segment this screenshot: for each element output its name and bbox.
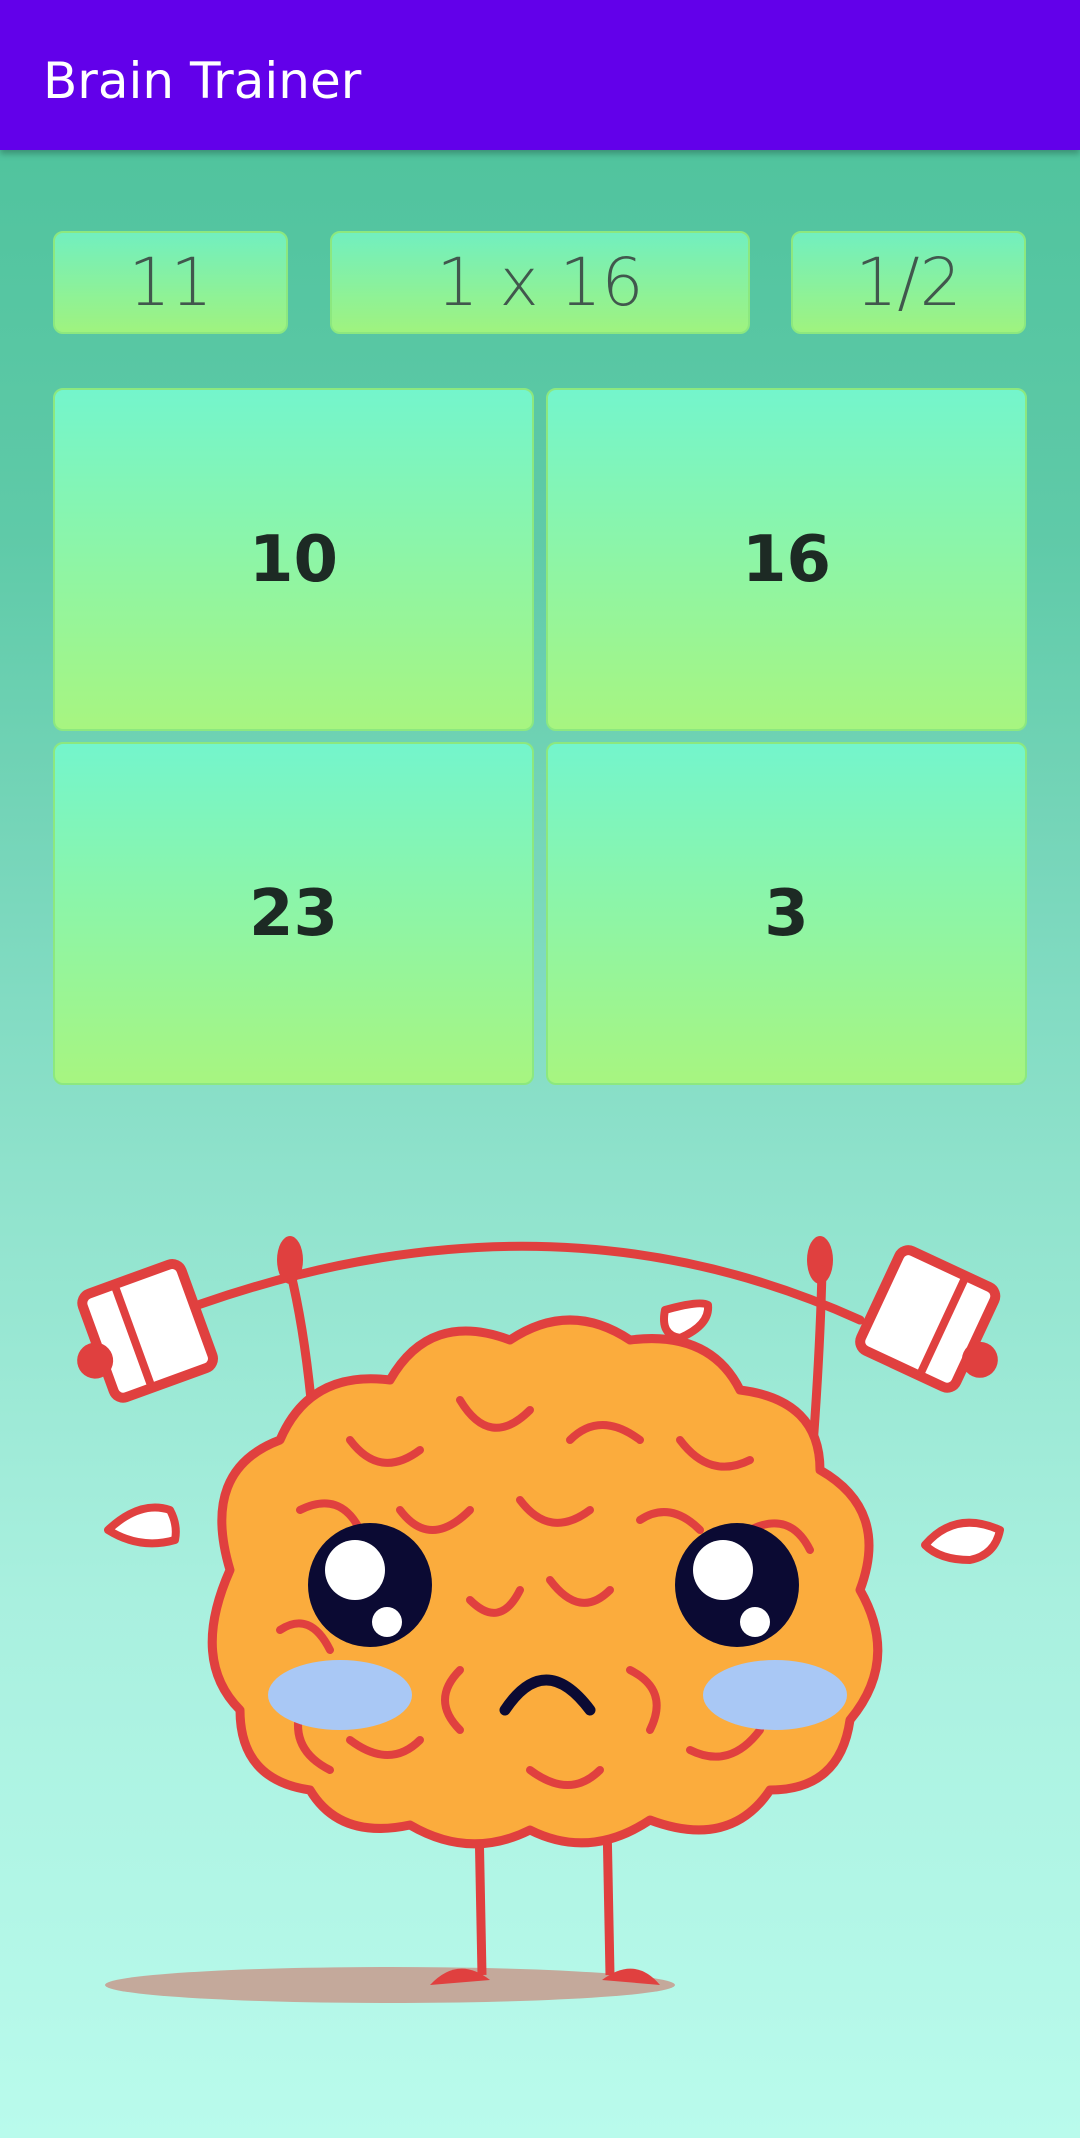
app-bar: Brain Trainer xyxy=(0,0,1080,150)
answer-button-1[interactable]: 10 xyxy=(53,388,534,731)
score-display: 1/2 xyxy=(791,231,1026,334)
answer-button-2[interactable]: 16 xyxy=(546,388,1027,731)
brain-lifting-barbell-icon xyxy=(77,1236,1004,2003)
app-title: Brain Trainer xyxy=(43,52,362,110)
answer-button-4[interactable]: 3 xyxy=(546,742,1027,1085)
answer-button-3[interactable]: 23 xyxy=(53,742,534,1085)
question-display: 1 x 16 xyxy=(330,231,750,334)
timer-display: 11 xyxy=(53,231,288,334)
